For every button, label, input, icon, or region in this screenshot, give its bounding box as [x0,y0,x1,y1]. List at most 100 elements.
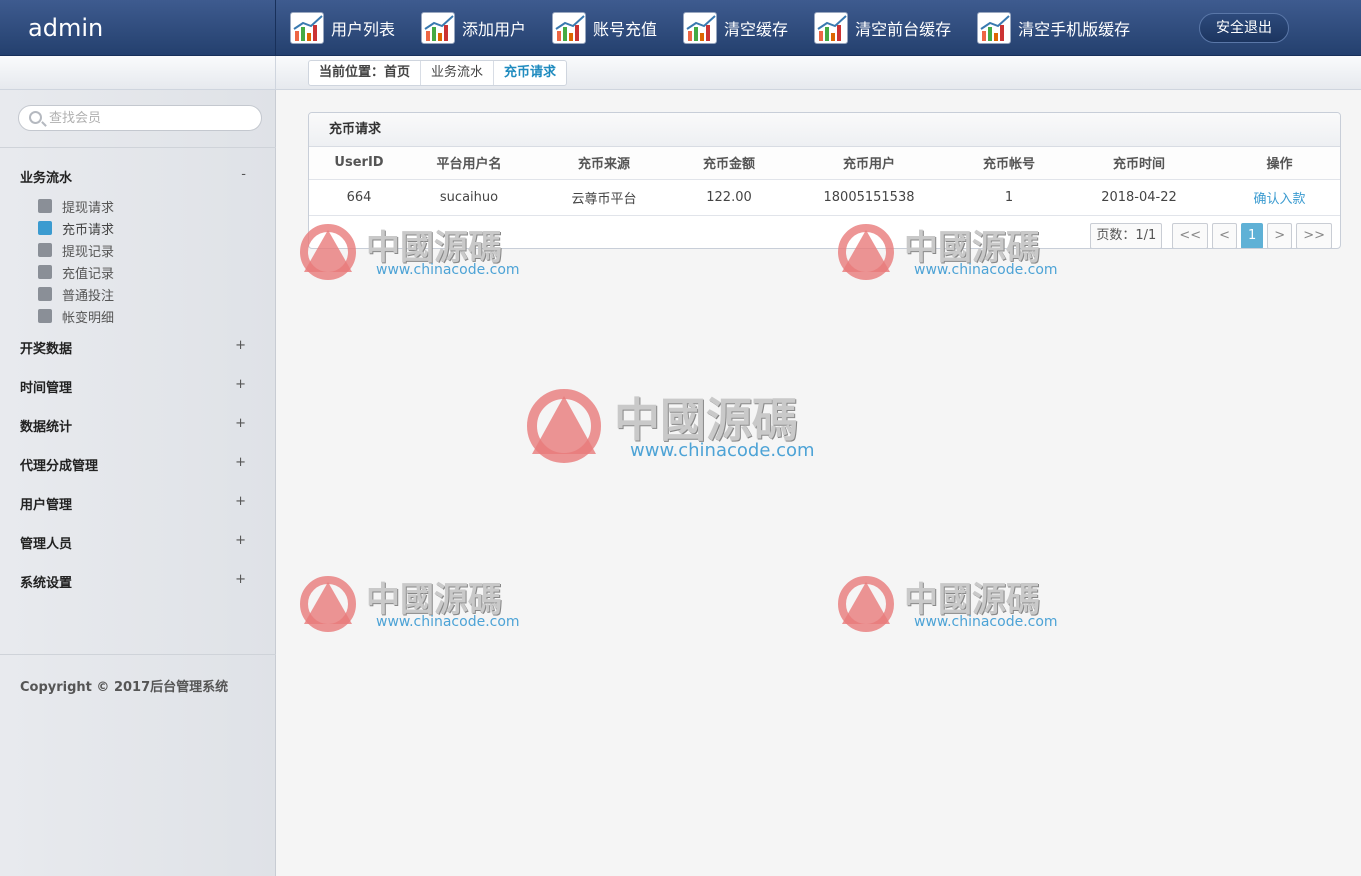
checkbox-icon [38,221,52,235]
expand-icon[interactable]: + [235,338,246,353]
watermark-text: 中國源碼 [614,393,798,447]
watermark-text: 中國源碼 [366,580,502,620]
sidebar-group-label: 业务流水 [20,171,73,186]
sidebar-group-business[interactable]: 业务流水 - [20,167,250,187]
sidebar-group-time[interactable]: 时间管理 + [20,377,250,397]
expand-icon[interactable]: + [235,572,246,587]
watermark-url: www.chinacode.com [376,262,520,278]
coin-request-panel: 充币请求 UserID 平台用户名 充币来源 充币金额 充币用户 充币帐号 充币… [308,112,1341,249]
nav-label: 用户列表 [331,20,396,39]
edit-icon [38,265,52,279]
chart-icon [683,12,718,44]
nav-label: 清空前台缓存 [855,20,952,39]
sidebar-item-label: 提现请求 [62,200,115,216]
sidebar-group-users[interactable]: 用户管理 + [20,494,250,514]
next-page-button[interactable]: > [1267,223,1293,248]
col-username: 平台用户名 [409,147,529,180]
watermark: 中國源碼 www.chinacode.com [834,572,1074,634]
search-input[interactable] [49,109,249,127]
sidebar: 业务流水 - 提现请求 充币请求 提现记录 充值记录 普通投注 帐变明细 开奖数… [0,90,276,876]
sidebar-item-withdraw-request[interactable]: 提现请求 [38,196,238,216]
panel-title: 充币请求 [309,113,1340,147]
sidebar-group-label: 开奖数据 [20,342,73,357]
nav-clear-cache[interactable]: 清空缓存 [683,0,788,56]
cell-userid: 664 [309,179,409,216]
nav-label: 账号充值 [593,20,658,39]
col-user: 充币用户 [779,147,959,180]
sidebar-item-coin-request[interactable]: 充币请求 [38,218,238,238]
search-box[interactable] [18,105,262,131]
sidebar-group-statistics[interactable]: 数据统计 + [20,416,250,436]
watermark-logo-icon [300,576,356,632]
nav-clear-frontend-cache[interactable]: 清空前台缓存 [814,0,951,56]
col-account: 充币帐号 [959,147,1059,180]
cell-username: sucaihuo [409,179,529,216]
list-icon [38,309,52,323]
chart-icon [421,12,456,44]
nav-label: 添加用户 [462,20,527,39]
brand-title: admin [0,0,276,56]
sidebar-group-label: 代理分成管理 [20,459,99,474]
expand-icon[interactable]: + [235,494,246,509]
nav-account-recharge[interactable]: 账号充值 [552,0,657,56]
expand-icon[interactable]: + [235,533,246,548]
sidebar-item-label: 充值记录 [62,266,115,282]
sidebar-item-label: 帐变明细 [62,310,115,326]
nav-clear-mobile-cache[interactable]: 清空手机版缓存 [977,0,1130,56]
sidebar-group-admins[interactable]: 管理人员 + [20,533,250,553]
sidebar-item-label: 提现记录 [62,244,115,260]
breadcrumb-current: 充币请求 [504,65,557,80]
cell-user: 18005151538 [779,179,959,216]
sidebar-group-label: 数据统计 [20,420,73,435]
confirm-deposit-link[interactable]: 确认入款 [1253,192,1305,207]
sidebar-item-recharge-records[interactable]: 充值记录 [38,262,238,282]
edit-icon [38,243,52,257]
sidebar-group-label: 管理人员 [20,537,73,552]
breadcrumb-section[interactable]: 业务流水 [421,61,495,85]
logout-button[interactable]: 安全退出 [1199,13,1289,43]
nav-add-user[interactable]: 添加用户 [421,0,526,56]
expand-icon[interactable]: + [235,416,246,431]
watermark: 中國源碼 www.chinacode.com [296,572,536,634]
breadcrumb-home[interactable]: 当前位置：首页 [309,61,422,85]
cell-amount: 122.00 [679,179,779,216]
search-icon [29,111,42,124]
table-row: 664 sucaihuo 云尊币平台 122.00 18005151538 1 … [309,179,1340,216]
current-page-button[interactable]: 1 [1241,223,1264,248]
cell-action: 确认入款 [1219,179,1340,216]
last-page-button[interactable]: >> [1296,223,1332,248]
watermark-text: 中國源碼 [904,580,1040,620]
sub-bar: 当前位置：首页 业务流水 充币请求 [0,56,1361,90]
sidebar-group-agent[interactable]: 代理分成管理 + [20,455,250,475]
sidebar-item-normal-bets[interactable]: 普通投注 [38,284,238,304]
prev-page-button[interactable]: < [1212,223,1238,248]
watermark-logo-icon [527,389,601,463]
breadcrumb: 当前位置：首页 业务流水 充币请求 [308,60,568,86]
watermark-url: www.chinacode.com [914,262,1058,278]
sidebar-group-label: 用户管理 [20,498,73,513]
divider [0,654,276,655]
sidebar-group-label: 系统设置 [20,576,73,591]
sidebar-item-withdraw-records[interactable]: 提现记录 [38,240,238,260]
chart-icon [290,12,324,44]
chart-icon [977,12,1012,44]
sidebar-group-lottery-data[interactable]: 开奖数据 + [20,338,250,358]
col-userid: UserID [309,147,409,180]
book-icon [38,287,52,301]
expand-icon[interactable]: + [235,377,246,392]
divider [0,147,276,148]
nav-label: 清空缓存 [724,20,789,39]
cell-time: 2018-04-22 [1059,179,1219,216]
col-amount: 充币金额 [679,147,779,180]
chart-icon [552,12,587,44]
expand-icon[interactable]: + [235,455,246,470]
watermark: 中國源碼 www.chinacode.com [522,384,842,468]
first-page-button[interactable]: << [1172,223,1209,248]
watermark-url: www.chinacode.com [630,440,815,461]
collapse-icon[interactable]: - [241,167,246,182]
sidebar-item-account-changes[interactable]: 帐变明细 [38,306,238,326]
sidebar-group-settings[interactable]: 系统设置 + [20,572,250,592]
table-header-row: UserID 平台用户名 充币来源 充币金额 充币用户 充币帐号 充币时间 操作 [309,147,1340,180]
page-info: 页数：1/1 [1090,223,1163,248]
nav-user-list[interactable]: 用户列表 [290,0,395,56]
